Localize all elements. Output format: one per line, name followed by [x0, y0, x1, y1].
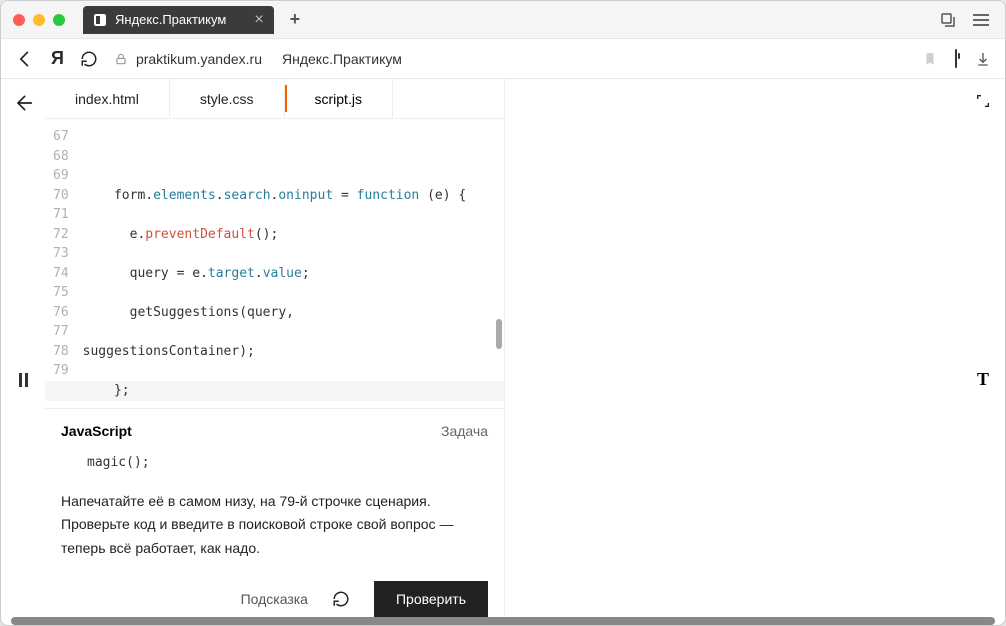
tok: .	[255, 266, 263, 281]
file-tab-html[interactable]: index.html	[45, 79, 170, 118]
scrollbar-thumb[interactable]	[496, 319, 502, 349]
tok: query = e.	[83, 266, 208, 281]
battery-icon	[955, 50, 957, 68]
file-tab-label: index.html	[75, 91, 139, 107]
minimize-window-icon[interactable]	[33, 14, 45, 26]
task-code-sample: magic();	[61, 455, 488, 490]
line-num: 69	[53, 166, 69, 186]
reload-icon[interactable]	[80, 50, 98, 68]
new-tab-button[interactable]: +	[282, 9, 309, 30]
download-icon[interactable]	[975, 51, 991, 67]
yandex-home-icon[interactable]: Я	[51, 48, 64, 69]
line-num: 67	[53, 127, 69, 147]
address-bar-row: Я praktikum.yandex.ru Яндекс.Практикум	[1, 39, 1005, 79]
editor-panel: index.html style.css script.js 67 68 69 …	[45, 79, 505, 625]
lock-icon	[114, 52, 128, 66]
tab-close-icon[interactable]: ×	[254, 12, 263, 28]
line-num: 68	[53, 147, 69, 167]
url-host: praktikum.yandex.ru	[136, 51, 262, 67]
bookmark-icon[interactable]	[923, 51, 937, 67]
task-language: JavaScript	[61, 423, 132, 439]
tok: .	[216, 188, 224, 203]
line-num: 78	[53, 342, 69, 362]
code-editor[interactable]: 67 68 69 70 71 72 73 74 75 76 77 78 79 f…	[45, 119, 504, 408]
maximize-window-icon[interactable]	[53, 14, 65, 26]
check-button[interactable]: Проверить	[374, 581, 488, 617]
code-content: form.elements.search.oninput = function …	[79, 119, 471, 408]
tok: };	[83, 383, 130, 398]
back-icon[interactable]	[15, 49, 35, 69]
tok: oninput	[278, 188, 333, 203]
address-bar[interactable]: praktikum.yandex.ru Яндекс.Практикум	[114, 51, 402, 67]
horizontal-scrollbar[interactable]	[11, 617, 995, 625]
tok: elements	[153, 188, 216, 203]
file-tab-label: style.css	[200, 91, 254, 107]
tok: (e) {	[419, 188, 466, 203]
task-actions: Подсказка Проверить	[61, 575, 488, 617]
tok: e.	[83, 227, 146, 242]
tok: target	[208, 266, 255, 281]
task-panel: JavaScript Задача magic(); Напечатайте е…	[45, 408, 504, 625]
tok: preventDefault	[145, 227, 255, 242]
collections-icon[interactable]	[939, 11, 957, 29]
task-link[interactable]: Задача	[441, 423, 488, 439]
browser-tabstrip: Яндекс.Практикум × +	[1, 1, 1005, 39]
pause-icon[interactable]	[19, 373, 28, 387]
line-num: 73	[53, 244, 69, 264]
tok: ;	[302, 266, 310, 281]
text-tool-icon[interactable]: T	[977, 369, 989, 390]
browser-window: Яндекс.Практикум × + Я praktikum.yandex	[0, 0, 1006, 626]
menu-icon[interactable]	[973, 14, 989, 26]
app-content: index.html style.css script.js 67 68 69 …	[1, 79, 1005, 625]
line-num: 72	[53, 225, 69, 245]
line-num: 77	[53, 322, 69, 342]
window-controls	[13, 14, 65, 26]
line-num: 74	[53, 264, 69, 284]
tok: search	[224, 188, 271, 203]
nav-controls: Я	[15, 48, 98, 69]
lesson-back-icon[interactable]	[13, 93, 33, 113]
tok: ();	[255, 227, 278, 242]
hint-button[interactable]: Подсказка	[241, 591, 308, 607]
file-tab-js[interactable]: script.js	[285, 79, 393, 118]
file-tab-css[interactable]: style.css	[170, 79, 285, 118]
file-tabs: index.html style.css script.js	[45, 79, 504, 119]
close-window-icon[interactable]	[13, 14, 25, 26]
url-site-title: Яндекс.Практикум	[282, 51, 402, 67]
line-num: 71	[53, 205, 69, 225]
line-num: 76	[53, 303, 69, 323]
file-tab-label: script.js	[315, 91, 362, 107]
tok: form.	[83, 188, 153, 203]
left-rail	[1, 79, 45, 625]
line-num: 75	[53, 283, 69, 303]
task-instructions: Напечатайте её в самом низу, на 79-й стр…	[61, 490, 488, 575]
tok: function	[357, 188, 420, 203]
tab-title: Яндекс.Практикум	[115, 12, 226, 27]
tok: getSuggestions(query,	[83, 305, 302, 320]
line-num: 79	[53, 361, 69, 381]
tok: value	[263, 266, 302, 281]
right-rail: T	[961, 79, 1005, 625]
site-icon	[93, 13, 107, 27]
reset-icon[interactable]	[332, 590, 350, 608]
tok: =	[333, 188, 356, 203]
tok: suggestionsContainer);	[83, 344, 255, 359]
line-gutter: 67 68 69 70 71 72 73 74 75 76 77 78 79	[45, 119, 79, 408]
browser-tab[interactable]: Яндекс.Практикум ×	[83, 6, 274, 34]
line-num: 70	[53, 186, 69, 206]
fullscreen-icon[interactable]	[975, 93, 991, 109]
